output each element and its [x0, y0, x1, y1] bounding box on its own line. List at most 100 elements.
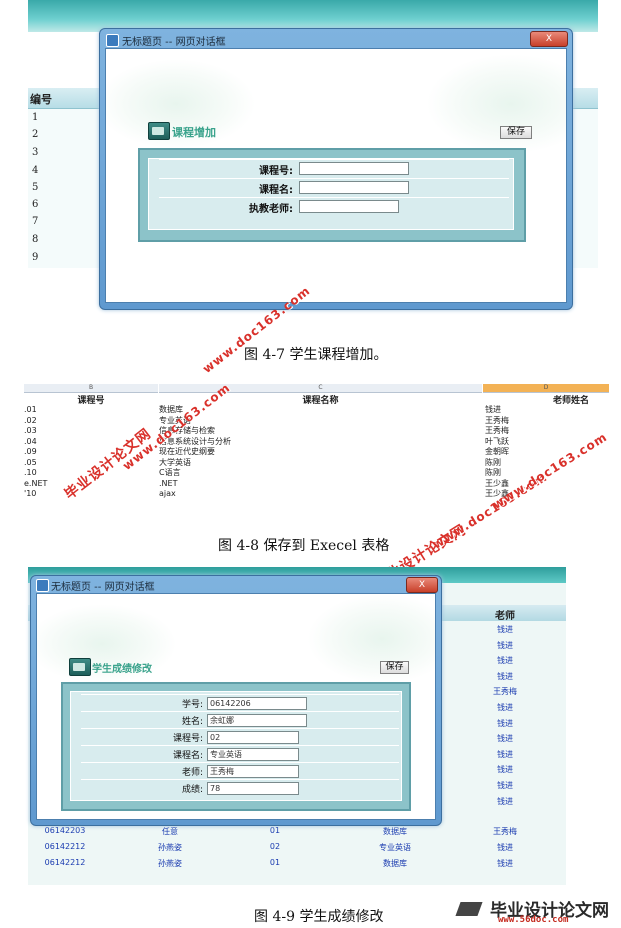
logo-url: www.56doc.com: [498, 915, 569, 925]
cell: 钱进: [497, 734, 513, 744]
figure-caption: 图 4-8 保存到 Execel 表格: [218, 538, 390, 554]
book-icon: [455, 902, 483, 916]
cell: .09: [24, 447, 37, 456]
teacher-input[interactable]: [299, 200, 399, 213]
table-row: 06142203 任意 01 数据库 王秀梅: [40, 826, 560, 842]
cell: 孙燕姿: [158, 843, 182, 852]
cell: 钱进: [497, 796, 513, 806]
cell: 孙燕姿: [158, 859, 182, 868]
form-row: 学号: 06142206: [81, 694, 399, 711]
dialog-body: 学生成绩修改 保存 学号: 06142206 姓名: 余虹娜 课程号: 02 课…: [36, 593, 436, 820]
row-number: 3: [32, 147, 39, 158]
excel-column-d: 钱进 王秀梅 王秀梅 叶飞跃 金朝晖 陈刚 陈刚 王少鑫 王少鑫: [485, 405, 509, 500]
column-letter: C: [159, 384, 482, 393]
field-label: 课程名:: [172, 751, 203, 761]
column-letter: D: [483, 384, 609, 393]
row-number: 4: [32, 165, 39, 176]
course-name-input[interactable]: [299, 181, 409, 194]
column-letter: B: [24, 384, 158, 393]
site-logo: 毕业设计论文网 www.56doc.com: [455, 896, 618, 926]
cell: .01: [24, 405, 37, 414]
teacher-input[interactable]: 王秀梅: [207, 765, 299, 778]
cell: 06142212: [44, 858, 86, 867]
student-name-input[interactable]: 余虹娜: [207, 714, 307, 727]
row-number: 5: [32, 182, 39, 193]
cell: .05: [24, 457, 37, 467]
excel-column-b: .01 .02 .03 .04 .09 .05 .10 e.NET '10: [24, 405, 47, 500]
row-number: 2: [32, 129, 39, 140]
cell: 钱进: [497, 765, 513, 775]
cell: 陈刚: [485, 457, 501, 467]
table-row: 06142212 孙燕姿 02 专业英语 钱进: [40, 842, 560, 858]
field-label: 老师:: [181, 768, 203, 778]
course-name-input[interactable]: 专业英语: [207, 748, 299, 761]
ie-icon: [106, 34, 119, 47]
cell: 叶飞跃: [485, 436, 509, 446]
watermark-text: 毕业设计论文网: [61, 425, 155, 503]
cell: 现在近代史纲要: [159, 447, 215, 456]
figure-caption: 图 4-9 学生成绩修改: [254, 909, 384, 925]
section-title: 课程增加: [172, 126, 216, 139]
field-label: 执教老师:: [249, 204, 293, 215]
cell: 王秀梅: [485, 415, 509, 425]
course-id-input[interactable]: [299, 162, 409, 175]
save-button[interactable]: 保存: [380, 661, 409, 674]
cell: 钱进: [497, 656, 513, 666]
row-number: 1: [32, 112, 39, 123]
form-row: 课程名:: [159, 178, 509, 196]
cell: .10: [24, 468, 37, 477]
cell: 王秀梅: [493, 827, 517, 836]
dialog-title: 无标题页 -- 网页对话框: [51, 582, 155, 593]
cell: 数据库: [383, 827, 407, 836]
cell: .NET: [159, 478, 178, 488]
cell: 任意: [162, 827, 178, 836]
cell: 01: [269, 826, 281, 835]
dialog-title: 无标题页 -- 网页对话框: [122, 37, 226, 48]
score-input[interactable]: 78: [207, 782, 299, 795]
cell: 钱进: [497, 859, 513, 868]
table-row: 06142212 孙燕姿 01 数据库 钱进: [40, 858, 560, 874]
column-header-id: 编号: [30, 93, 52, 106]
cell: '10: [24, 489, 37, 498]
cell: 金朝晖: [485, 447, 509, 456]
cell: 王秀梅: [485, 426, 509, 435]
cell: 钱进: [497, 780, 513, 790]
teacher-column: 钱进 钱进 钱进 钱进 王秀梅 钱进 钱进 钱进 钱进 钱进 钱进 钱进: [470, 624, 540, 811]
cell: 陈刚: [485, 468, 501, 477]
cell: 02: [269, 842, 281, 851]
form-row: 老师: 王秀梅: [81, 762, 399, 779]
course-id-input[interactable]: 02: [207, 731, 299, 744]
cell: 钱进: [497, 640, 513, 650]
form-panel: 课程号: 课程名: 执教老师:: [138, 148, 526, 242]
ie-icon: [36, 579, 49, 592]
form-row: 课程号: 02: [81, 728, 399, 745]
dialog-body: 课程增加 保存 课程号: 课程名: 执教老师:: [105, 48, 567, 303]
cell: 王秀梅: [493, 687, 517, 697]
form-panel: 学号: 06142206 姓名: 余虹娜 课程号: 02 课程名: 专业英语 老…: [61, 682, 411, 811]
form-row: 姓名: 余虹娜: [81, 711, 399, 728]
field-label: 课程名:: [259, 185, 293, 196]
cell: C语言: [159, 468, 181, 477]
form-row: 成绩: 78: [81, 779, 399, 796]
folder-icon: [69, 658, 91, 676]
cell: ajax: [159, 489, 176, 498]
save-button[interactable]: 保存: [500, 126, 532, 139]
row-number: 9: [32, 252, 39, 263]
close-button[interactable]: X: [530, 31, 568, 47]
cell: 钱进: [497, 749, 513, 759]
cell: 钱进: [497, 702, 513, 712]
cell: .02: [24, 415, 37, 425]
form-table: 课程号: 课程名: 执教老师:: [148, 158, 514, 230]
form-table: 学号: 06142206 姓名: 余虹娜 课程号: 02 课程名: 专业英语 老…: [70, 691, 402, 801]
cell: 大学英语: [159, 457, 191, 467]
cell: 06142203: [44, 826, 86, 835]
student-id-input[interactable]: 06142206: [207, 697, 307, 710]
cell: 王少鑫: [485, 478, 509, 488]
cell: 钱进: [497, 843, 513, 852]
close-button[interactable]: X: [406, 577, 438, 593]
cell: 数据库: [383, 859, 407, 868]
field-label: 课程号:: [172, 734, 203, 744]
cell: 专业英语: [379, 843, 411, 852]
cell: .04: [24, 436, 37, 446]
course-add-dialog: 无标题页 -- 网页对话框 X 课程增加 保存 课程号: 课程名: 执教老师:: [99, 28, 573, 310]
